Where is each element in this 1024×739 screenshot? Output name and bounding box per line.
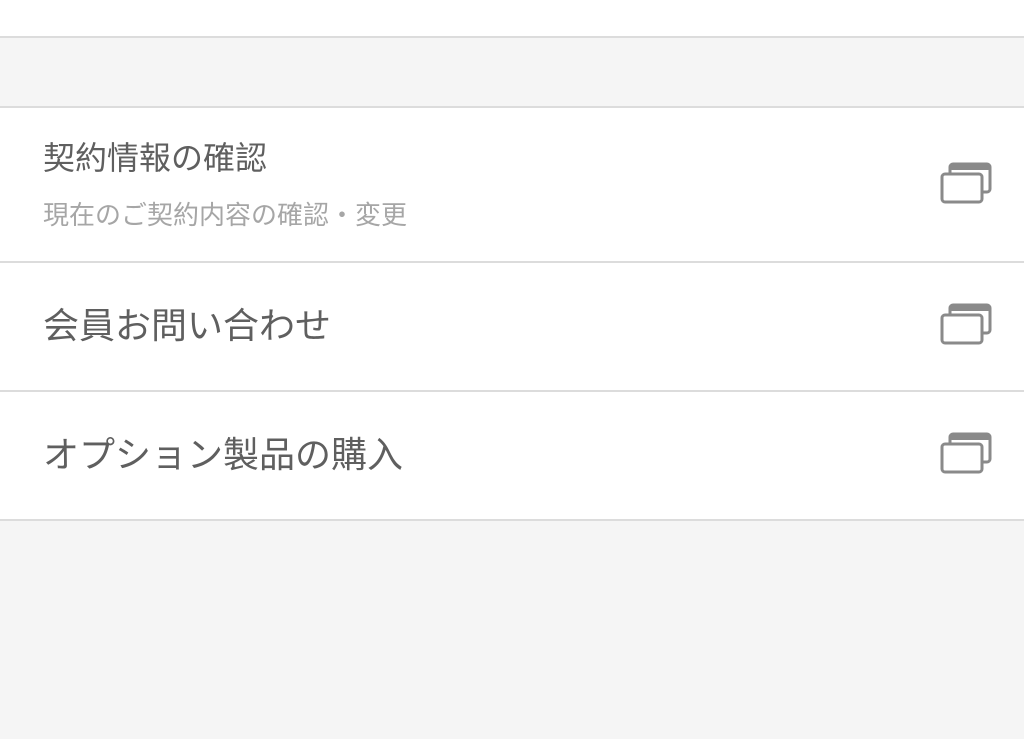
- menu-list: 契約情報の確認 現在のご契約内容の確認・変更 会員お問い合わせ オプション製品の…: [0, 106, 1024, 521]
- menu-item-option-purchase[interactable]: オプション製品の購入: [0, 392, 1024, 521]
- external-window-icon: [940, 432, 992, 474]
- menu-item-title: 会員お問い合わせ: [43, 306, 332, 347]
- section-spacer: [0, 38, 1024, 106]
- menu-item-member-inquiry[interactable]: 会員お問い合わせ: [0, 263, 1024, 392]
- menu-item-subtitle: 現在のご契約内容の確認・変更: [43, 201, 408, 231]
- menu-item-title: 契約情報の確認: [43, 139, 268, 177]
- menu-item-title: オプション製品の購入: [43, 435, 404, 476]
- external-window-icon: [940, 162, 992, 204]
- external-window-icon: [940, 303, 992, 345]
- top-panel: [0, 0, 1024, 38]
- menu-item-contract-info[interactable]: 契約情報の確認 現在のご契約内容の確認・変更: [0, 108, 1024, 263]
